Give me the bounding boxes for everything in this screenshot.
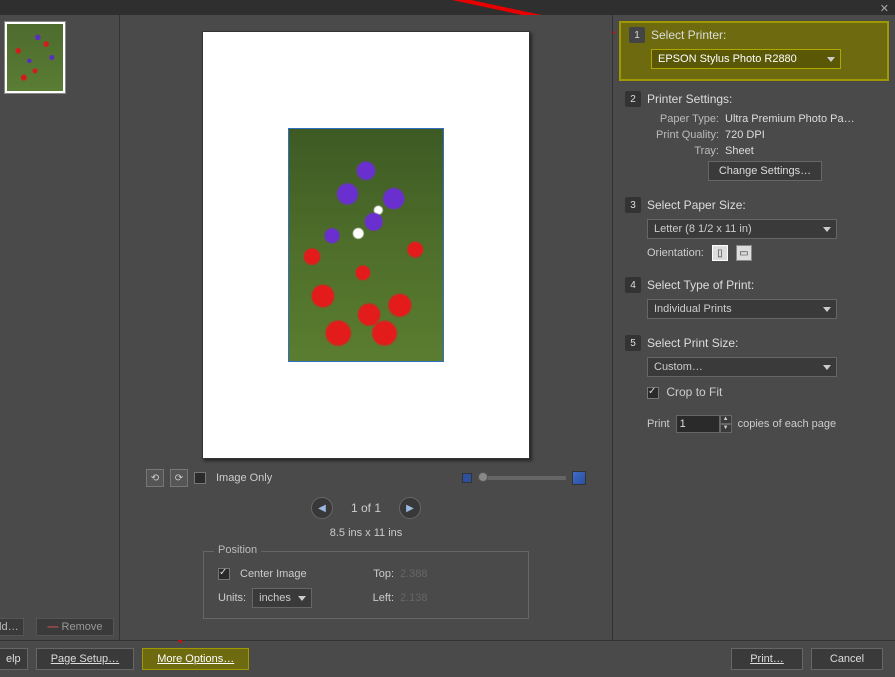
copies-suffix-label: copies of each page xyxy=(738,418,836,430)
print-preview-paper xyxy=(202,31,530,459)
more-options-button[interactable]: More Options… xyxy=(142,648,249,670)
tray-label: Tray: xyxy=(694,145,719,157)
tray-value: Sheet xyxy=(725,145,855,157)
spinner-down-icon[interactable]: ▼ xyxy=(720,424,732,433)
paper-type-value: Ultra Premium Photo Pa… xyxy=(725,113,855,125)
position-top-value: 2.388 xyxy=(400,568,428,580)
help-button[interactable]: elp xyxy=(0,648,28,670)
preview-panel: ⟲ ⟳ Image Only ◀ 1 of 1 ▶ 8.5 ins x 11 i… xyxy=(120,15,613,640)
position-group: Position Center Image Top: 2.388 Units: … xyxy=(203,551,529,619)
paper-size-dropdown[interactable]: Letter (8 1/2 x 11 in) xyxy=(647,219,837,239)
print-size-dropdown[interactable]: Custom… xyxy=(647,357,837,377)
step-paper-size: 3 Select Paper Size: Letter (8 1/2 x 11 … xyxy=(625,197,883,269)
step-select-printer: 1 Select Printer: EPSON Stylus Photo R28… xyxy=(619,21,889,81)
remove-label: Remove xyxy=(62,621,103,633)
page-indicator: 1 of 1 xyxy=(351,501,381,515)
step-number-4: 4 xyxy=(625,277,641,293)
print-copies-label: Print xyxy=(647,418,670,430)
step-number-3: 3 xyxy=(625,197,641,213)
print-type-dropdown[interactable]: Individual Prints xyxy=(647,299,837,319)
position-left-value: 2.138 xyxy=(400,592,428,604)
step-print-type: 4 Select Type of Print: Individual Print… xyxy=(625,277,883,327)
step-number-2: 2 xyxy=(625,91,641,107)
step-number-1: 1 xyxy=(629,27,645,43)
crop-to-fit-checkbox[interactable] xyxy=(647,387,659,399)
cancel-button[interactable]: Cancel xyxy=(811,648,883,670)
print-quality-label: Print Quality: xyxy=(656,129,719,141)
preview-toolbar: ⟲ ⟳ Image Only xyxy=(146,469,586,487)
position-legend: Position xyxy=(214,544,261,556)
orientation-label: Orientation: xyxy=(647,247,704,259)
copies-spinner[interactable]: ▲▼ xyxy=(676,415,732,433)
step-title-5: Select Print Size: xyxy=(647,336,738,350)
step-title-2: Printer Settings: xyxy=(647,92,732,106)
paper-type-label: Paper Type: xyxy=(660,113,719,125)
bottom-bar: elp Page Setup… More Options… Print… Can… xyxy=(0,640,895,676)
units-label: Units: xyxy=(218,592,246,604)
change-settings-button[interactable]: Change Settings… xyxy=(708,161,822,181)
spinner-up-icon[interactable]: ▲ xyxy=(720,415,732,424)
copies-row: Print ▲▼ copies of each page xyxy=(625,415,883,433)
page-nav: ◀ 1 of 1 ▶ xyxy=(311,497,421,519)
step-number-5: 5 xyxy=(625,335,641,351)
rotate-cw-icon[interactable]: ⟳ xyxy=(170,469,188,487)
position-top-label: Top: xyxy=(364,568,394,580)
copies-input[interactable] xyxy=(676,415,720,433)
zoom-in-icon[interactable] xyxy=(572,471,586,485)
settings-panel: 1 Select Printer: EPSON Stylus Photo R28… xyxy=(613,15,895,640)
center-image-checkbox[interactable] xyxy=(218,568,230,580)
units-dropdown[interactable]: inches xyxy=(252,588,312,608)
thumbnail-panel: dd… —Remove xyxy=(0,15,120,640)
thumbnail-item[interactable] xyxy=(4,21,66,94)
orientation-portrait-icon[interactable]: ▯ xyxy=(712,245,728,261)
step-title-1: Select Printer: xyxy=(651,28,726,42)
zoom-thumb[interactable] xyxy=(478,472,488,482)
position-left-label: Left: xyxy=(364,592,394,604)
close-icon[interactable]: ✕ xyxy=(880,2,889,15)
orientation-landscape-icon[interactable]: ▭ xyxy=(736,245,752,261)
prev-page-button[interactable]: ◀ xyxy=(311,497,333,519)
center-image-label: Center Image xyxy=(240,568,307,580)
image-only-label: Image Only xyxy=(216,472,272,484)
step-print-size: 5 Select Print Size: Custom… Crop to Fit xyxy=(625,335,883,407)
step-printer-settings: 2 Printer Settings: Paper Type: Ultra Pre… xyxy=(625,91,883,189)
page-setup-button[interactable]: Page Setup… xyxy=(36,648,135,670)
print-quality-value: 720 DPI xyxy=(725,129,855,141)
thumbnail-image xyxy=(7,24,63,91)
print-preview-photo[interactable] xyxy=(288,128,444,362)
step-title-3: Select Paper Size: xyxy=(647,198,746,212)
add-button[interactable]: dd… xyxy=(0,618,24,636)
image-only-checkbox[interactable] xyxy=(194,472,206,484)
zoom-slider[interactable] xyxy=(478,476,566,480)
minus-icon: — xyxy=(48,621,59,633)
rotate-ccw-icon[interactable]: ⟲ xyxy=(146,469,164,487)
remove-button[interactable]: —Remove xyxy=(36,618,114,636)
page-dimensions-label: 8.5 ins x 11 ins xyxy=(330,527,403,539)
print-button[interactable]: Print… xyxy=(731,648,803,670)
zoom-out-icon[interactable] xyxy=(462,473,472,483)
crop-to-fit-label: Crop to Fit xyxy=(666,385,722,399)
printer-dropdown[interactable]: EPSON Stylus Photo R2880 xyxy=(651,49,841,69)
step-title-4: Select Type of Print: xyxy=(647,278,754,292)
titlebar: ✕ xyxy=(0,0,895,15)
next-page-button[interactable]: ▶ xyxy=(399,497,421,519)
